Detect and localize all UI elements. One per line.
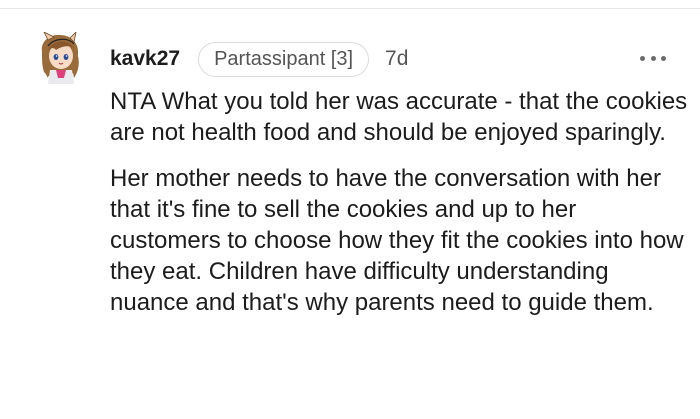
username-link[interactable]: kavk27 [110, 47, 180, 71]
comment-paragraph: NTA What you told her was accurate - tha… [110, 88, 688, 146]
user-flair-badge: Partassipant [3] [198, 41, 370, 77]
more-options-button[interactable] [636, 48, 670, 68]
comment-header: kavk27 Partassipant [3] 7d [110, 40, 408, 78]
more-horizontal-icon [650, 55, 656, 61]
more-horizontal-icon [640, 55, 645, 61]
divider [0, 8, 700, 9]
comment-card: kavk27 Partassipant [3] 7d NTA What you … [0, 0, 700, 419]
avatar[interactable] [34, 30, 84, 84]
comment-body: NTA What you told her was accurate - tha… [110, 86, 690, 318]
comment-timestamp[interactable]: 7d [385, 47, 408, 71]
comment-paragraph: Her mother needs to have the conversatio… [110, 165, 684, 316]
avatar-icon [41, 30, 79, 84]
more-horizontal-icon [661, 55, 666, 61]
